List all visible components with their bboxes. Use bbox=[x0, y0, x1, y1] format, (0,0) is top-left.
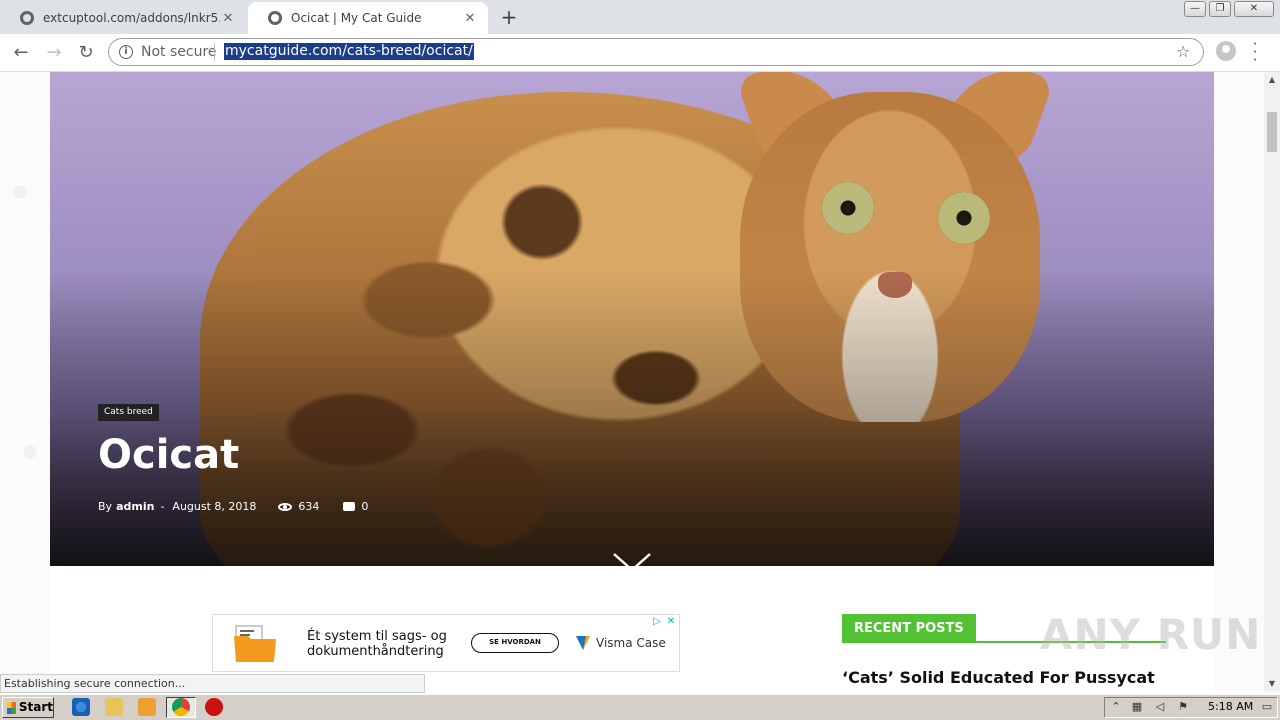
comment-count[interactable]: 0 bbox=[361, 500, 368, 513]
reload-button[interactable]: ↻ bbox=[73, 40, 99, 66]
adchoices-icon[interactable]: ▷ bbox=[650, 615, 664, 629]
status-bubble: Establishing secure connection... bbox=[0, 674, 425, 693]
divider bbox=[214, 43, 215, 61]
ad-choices[interactable]: ▷ ✕ bbox=[650, 615, 680, 629]
bookmark-star-icon[interactable]: ☆ bbox=[1176, 42, 1190, 61]
vertical-scrollbar[interactable] bbox=[1264, 72, 1280, 692]
start-button[interactable]: Start bbox=[2, 697, 54, 718]
ad-headline[interactable]: Ét system til sags- og dokumenthåndterin… bbox=[307, 629, 457, 659]
recent-posts-heading: RECENT POSTS bbox=[842, 614, 976, 643]
page-title: Ocicat bbox=[98, 432, 240, 478]
security-label[interactable]: Not secure bbox=[141, 44, 217, 60]
by-label: By bbox=[98, 500, 113, 513]
ad-cta-button[interactable]: SE HVORDAN bbox=[471, 633, 559, 653]
ad-close-icon[interactable]: ✕ bbox=[664, 615, 678, 629]
web-page: Cats breed Ocicat By admin - August 8, 2… bbox=[0, 72, 1264, 692]
eye-icon bbox=[278, 502, 293, 511]
folder-icon bbox=[234, 625, 276, 662]
back-button[interactable]: ← bbox=[8, 40, 34, 66]
anyrun-watermark: ANY RUN bbox=[1040, 610, 1262, 659]
network-icon[interactable]: ▦ bbox=[1130, 700, 1144, 714]
restore-window-button[interactable]: ❐ bbox=[1209, 1, 1231, 17]
minimize-window-button[interactable]: — bbox=[1184, 1, 1206, 17]
tab-title: Ocicat | My Cat Guide bbox=[291, 11, 422, 25]
ie-icon[interactable] bbox=[72, 698, 90, 716]
meta-separator: - bbox=[160, 500, 165, 513]
new-tab-button[interactable]: + bbox=[497, 4, 521, 30]
post-date: August 8, 2018 bbox=[172, 500, 257, 513]
globe-icon bbox=[20, 11, 34, 25]
menu-dots-icon[interactable]: · · · bbox=[1247, 36, 1263, 68]
ad-brand-name[interactable]: Visma Case bbox=[596, 636, 666, 650]
post-meta: By admin - August 8, 2018 634 0 bbox=[98, 500, 368, 513]
media-player-icon[interactable] bbox=[138, 698, 156, 716]
view-count: 634 bbox=[298, 500, 320, 513]
url-text[interactable]: mycatguide.com/cats-breed/ocicat/ bbox=[224, 43, 474, 60]
flag-icon[interactable]: ⚑ bbox=[1176, 700, 1190, 714]
close-tab-icon[interactable]: ✕ bbox=[220, 11, 236, 26]
tab-extcuptool[interactable]: extcuptool.com/addons/lnkr5.min.js ✕ bbox=[0, 2, 246, 34]
visma-logo-icon bbox=[576, 636, 590, 650]
scrollbar-thumb[interactable] bbox=[1267, 112, 1277, 152]
show-desktop-icon[interactable]: ▭ bbox=[1260, 700, 1274, 714]
tab-ocicat[interactable]: Ocicat | My Cat Guide ✕ bbox=[248, 2, 488, 34]
windows-logo-icon bbox=[7, 701, 16, 714]
category-tag[interactable]: Cats breed bbox=[98, 404, 159, 421]
forward-button[interactable]: → bbox=[41, 40, 67, 66]
author-link[interactable]: admin bbox=[116, 500, 154, 513]
start-label: Start bbox=[18, 700, 53, 714]
scroll-up-arrow-icon[interactable]: ▲ bbox=[1264, 72, 1280, 88]
recent-post-link[interactable]: ‘Cats’ Solid Educated For Pussycat bbox=[842, 668, 1155, 687]
close-tab-icon[interactable]: ✕ bbox=[462, 11, 478, 26]
chrome-icon[interactable] bbox=[172, 698, 190, 716]
tray-expand-icon[interactable]: ⌃ bbox=[1109, 700, 1123, 714]
globe-icon bbox=[268, 11, 282, 25]
profile-avatar[interactable] bbox=[1216, 41, 1236, 61]
hero-gradient-overlay bbox=[50, 72, 1214, 566]
opera-icon[interactable] bbox=[205, 698, 223, 716]
hero-image bbox=[50, 72, 1214, 566]
comment-icon[interactable] bbox=[343, 502, 356, 511]
close-window-button[interactable]: ✕ bbox=[1234, 1, 1274, 17]
clock[interactable]: 5:18 AM bbox=[1208, 700, 1253, 713]
folder-icon[interactable] bbox=[105, 698, 123, 716]
tab-title: extcuptool.com/addons/lnkr5.min.js bbox=[43, 11, 220, 25]
info-icon[interactable]: i bbox=[119, 45, 133, 59]
volume-icon[interactable]: ◁ bbox=[1153, 700, 1167, 714]
scroll-down-arrow-icon[interactable]: ▼ bbox=[1264, 676, 1280, 692]
